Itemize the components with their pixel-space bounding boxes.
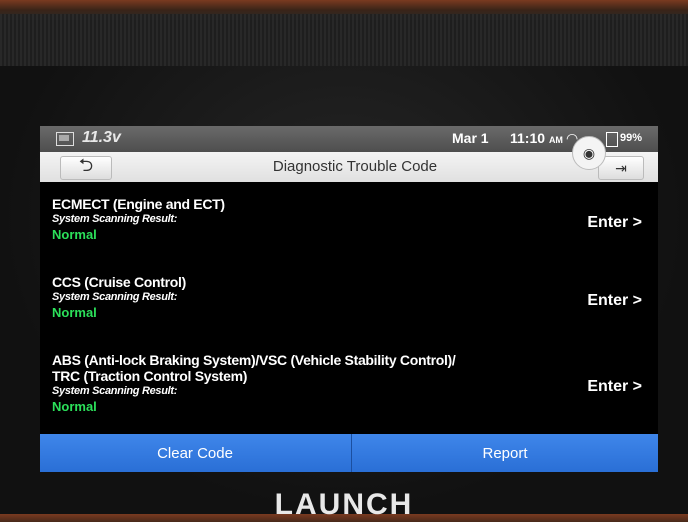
action-bar: Clear Code Report xyxy=(40,434,658,472)
system-name: CCS (Cruise Control) xyxy=(52,274,187,290)
scan-result-status: Normal xyxy=(52,305,97,320)
device-screen: 11.3v Mar 1 11:10 AM ◠ 99% ⮌ Diagnostic … xyxy=(40,126,658,472)
system-row-ccs: CCS (Cruise Control) System Scanning Res… xyxy=(52,274,652,322)
system-name-line1: ABS (Anti-lock Braking System)/VSC (Vehi… xyxy=(52,352,456,368)
device-top-edge xyxy=(0,14,688,66)
system-list: ECMECT (Engine and ECT) System Scanning … xyxy=(40,182,658,434)
scan-result-label: System Scanning Result: xyxy=(52,385,178,397)
enter-button-ccs[interactable]: Enter > xyxy=(587,292,642,310)
device-status-icon xyxy=(56,132,74,146)
exit-icon: ⇥ xyxy=(615,159,627,176)
exit-button[interactable]: ⇥ xyxy=(598,156,644,180)
page-title: Diagnostic Trouble Code xyxy=(272,158,438,175)
status-bar: 11.3v Mar 1 11:10 AM ◠ 99% xyxy=(40,126,658,152)
scan-result-status: Normal xyxy=(52,399,97,414)
clear-code-button[interactable]: Clear Code xyxy=(40,434,350,472)
system-name: ECMECT (Engine and ECT) xyxy=(52,196,225,212)
system-name-line2: TRC (Traction Control System) xyxy=(52,368,248,384)
report-button[interactable]: Report xyxy=(352,434,658,472)
camera-icon: ◉ xyxy=(582,144,596,161)
screenshot-camera-button[interactable]: ◉ xyxy=(572,136,606,170)
enter-button-abs[interactable]: Enter > xyxy=(587,378,642,396)
battery-level: 99% xyxy=(620,132,643,144)
brand-logo: LAUNCH xyxy=(274,488,414,521)
scan-result-label: System Scanning Result: xyxy=(52,291,178,303)
scan-result-label: System Scanning Result: xyxy=(52,213,178,225)
status-time: 11:10 AM xyxy=(510,130,563,146)
scan-result-status: Normal xyxy=(52,227,97,242)
battery-voltage: 11.3v xyxy=(82,129,121,146)
title-bar: ⮌ Diagnostic Trouble Code ⇥ xyxy=(40,152,658,182)
status-date: Mar 1 xyxy=(452,130,489,146)
system-row-ecmect: ECMECT (Engine and ECT) System Scanning … xyxy=(52,196,652,244)
system-row-abs: ABS (Anti-lock Braking System)/VSC (Vehi… xyxy=(52,352,652,416)
battery-icon xyxy=(606,132,618,147)
enter-button-ecmect[interactable]: Enter > xyxy=(587,214,642,232)
